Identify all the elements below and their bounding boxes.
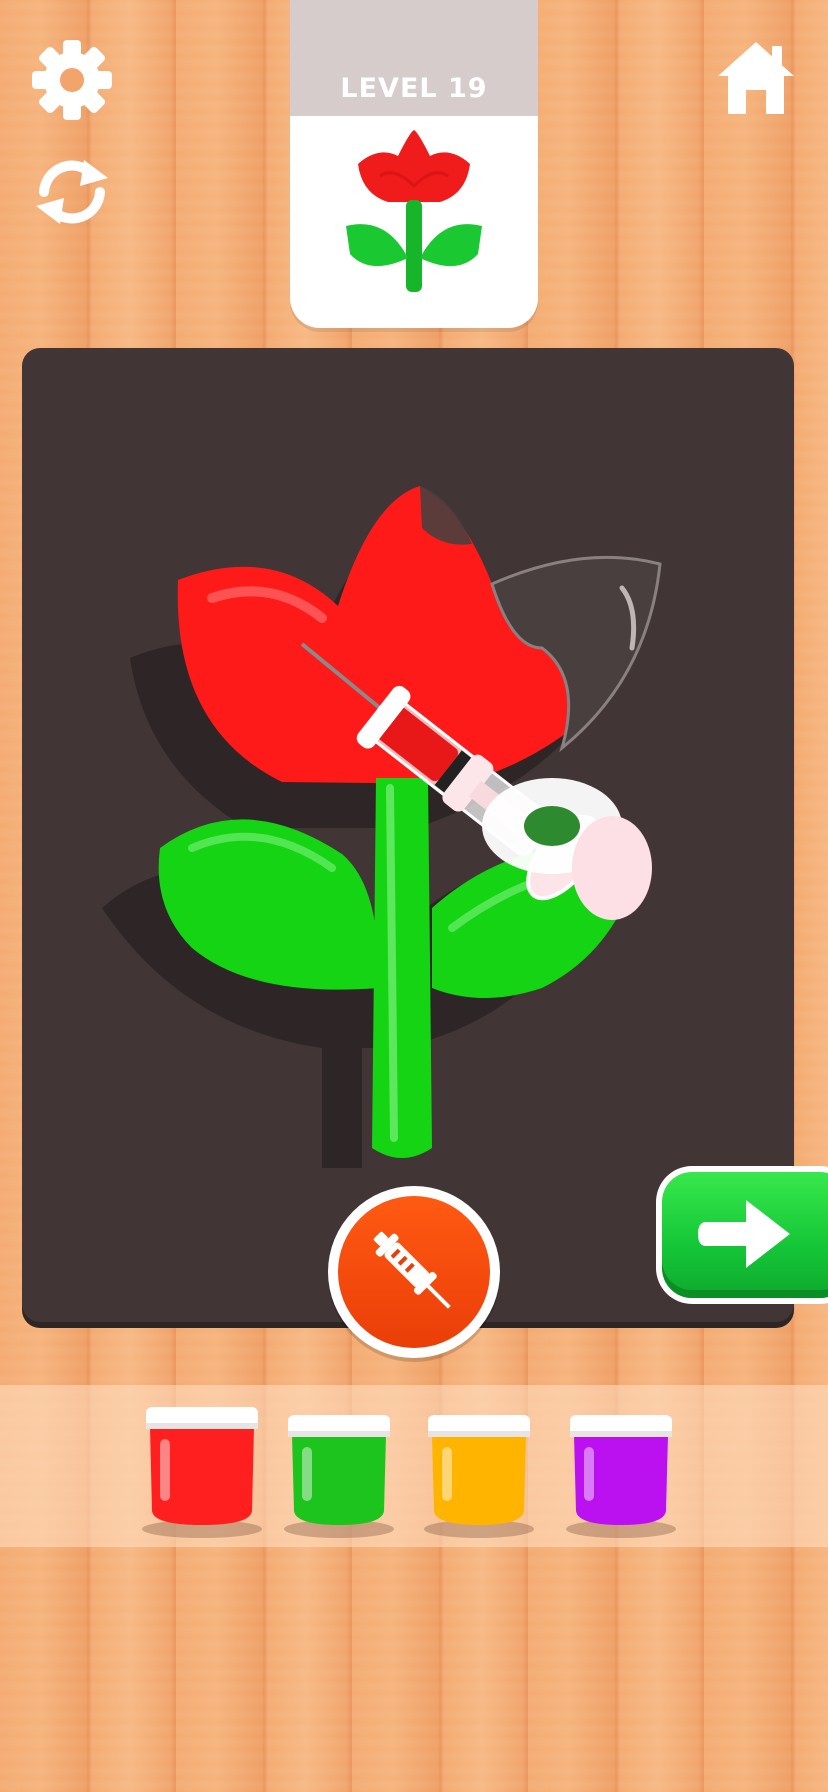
- arrow-right-icon: [698, 1200, 790, 1268]
- home-icon: [718, 42, 794, 114]
- gear-icon: [32, 40, 112, 120]
- paint-jar-purple[interactable]: [566, 1409, 676, 1539]
- settings-button[interactable]: [30, 38, 114, 122]
- color-palette: [0, 1385, 828, 1547]
- next-button-fill: [662, 1172, 828, 1298]
- home-button[interactable]: [714, 36, 798, 120]
- syringe-tool-button[interactable]: [328, 1186, 500, 1358]
- target-flower-preview: [346, 130, 482, 292]
- syringe-icon: [373, 1231, 451, 1309]
- jar-icon: [284, 1415, 394, 1538]
- jar-icon: [566, 1415, 676, 1538]
- paint-jar-yellow[interactable]: [424, 1409, 534, 1539]
- syringe-tool-button-fill: [338, 1196, 490, 1348]
- jar-icon: [424, 1415, 534, 1538]
- paint-jar-red[interactable]: [142, 1401, 262, 1539]
- next-button[interactable]: [656, 1166, 828, 1304]
- level-header: LEVEL 19: [290, 0, 538, 116]
- restart-button[interactable]: [30, 156, 114, 228]
- paint-jar-green[interactable]: [284, 1409, 394, 1539]
- level-label: LEVEL 19: [340, 73, 488, 104]
- jar-icon: [142, 1407, 262, 1538]
- level-card: LEVEL 19: [290, 0, 538, 328]
- refresh-icon: [36, 160, 108, 224]
- syringe-tool[interactable]: [252, 628, 692, 968]
